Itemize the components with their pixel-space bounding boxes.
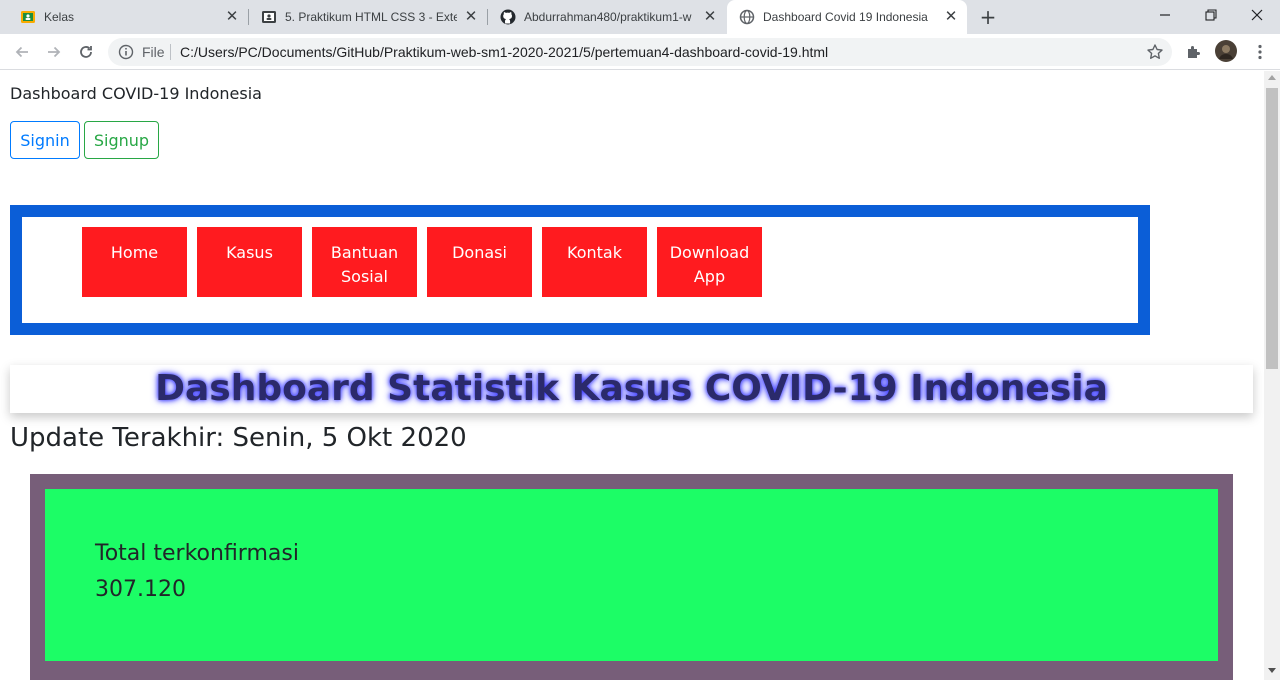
last-update-text: Update Terakhir: Senin, 5 Okt 2020: [10, 423, 467, 453]
stat-label: Total terkonfirmasi: [95, 541, 299, 566]
tab-title: Dashboard Covid 19 Indonesia: [763, 10, 928, 24]
page-title: Dashboard Statistik Kasus COVID-19 Indon…: [155, 368, 1108, 409]
tab-dashboard[interactable]: Dashboard Covid 19 Indonesia ✕: [727, 0, 967, 34]
url-text[interactable]: C:/Users/PC/Documents/GitHub/Praktikum-w…: [180, 44, 828, 60]
page-viewport: Dashboard COVID-19 Indonesia Signin Sign…: [0, 71, 1264, 680]
stat-card: Total terkonfirmasi 307.120: [45, 489, 1218, 661]
nav-item-download-app[interactable]: Download App: [657, 227, 762, 297]
tab-close-icon[interactable]: ✕: [943, 9, 959, 25]
minimize-icon[interactable]: [1142, 0, 1188, 30]
tab-close-icon[interactable]: ✕: [702, 9, 718, 25]
scroll-up-arrow-icon[interactable]: [1268, 75, 1276, 80]
tab-title: Abdurrahman480/praktikum1-w: [524, 10, 692, 24]
scheme-label: File: [142, 44, 165, 60]
headline-banner: Dashboard Statistik Kasus COVID-19 Indon…: [10, 365, 1253, 413]
nav-item-bantuan-sosial[interactable]: Bantuan Sosial: [312, 227, 417, 297]
tab-close-icon[interactable]: ✕: [224, 9, 240, 25]
nav-item-home[interactable]: Home: [82, 227, 187, 297]
signup-button[interactable]: Signup: [84, 121, 159, 159]
address-divider: [170, 44, 171, 60]
address-bar[interactable]: File C:/Users/PC/Documents/GitHub/Prakti…: [108, 38, 1172, 66]
classroom-assignment-icon: [261, 9, 277, 25]
profile-avatar[interactable]: [1215, 40, 1237, 62]
tab-kelas[interactable]: Kelas ✕: [8, 0, 248, 34]
globe-icon: [739, 9, 755, 25]
more-menu-icon[interactable]: [1250, 42, 1270, 62]
forward-arrow-icon[interactable]: [40, 38, 68, 66]
classroom-icon: [20, 9, 36, 25]
stat-card-frame: Total terkonfirmasi 307.120: [30, 474, 1233, 680]
tab-strip: Kelas ✕ 5. Praktikum HTML CSS 3 - Extern…: [0, 0, 1280, 34]
nav-menu: Home Kasus Bantuan Sosial Donasi Kontak …: [82, 227, 772, 297]
tab-praktikum[interactable]: 5. Praktikum HTML CSS 3 - Extern ✕: [249, 0, 487, 34]
nav-item-kasus[interactable]: Kasus: [197, 227, 302, 297]
nav-item-donasi[interactable]: Donasi: [427, 227, 532, 297]
vertical-scrollbar[interactable]: [1264, 71, 1280, 680]
info-icon[interactable]: [118, 44, 134, 60]
bookmark-star-icon[interactable]: [1146, 43, 1164, 61]
close-window-icon[interactable]: [1234, 0, 1280, 30]
back-arrow-icon[interactable]: [8, 38, 36, 66]
signin-button[interactable]: Signin: [10, 121, 80, 159]
new-tab-icon[interactable]: +: [976, 5, 1000, 29]
extensions-puzzle-icon[interactable]: [1184, 42, 1204, 62]
tab-title: Kelas: [44, 10, 75, 24]
main-nav: Home Kasus Bantuan Sosial Donasi Kontak …: [10, 205, 1150, 335]
tab-close-icon[interactable]: ✕: [463, 9, 479, 25]
tab-title: 5. Praktikum HTML CSS 3 - Extern: [285, 10, 457, 24]
nav-item-kontak[interactable]: Kontak: [542, 227, 647, 297]
browser-toolbar: File C:/Users/PC/Documents/GitHub/Prakti…: [0, 34, 1280, 70]
reload-icon[interactable]: [72, 38, 100, 66]
restore-icon[interactable]: [1188, 0, 1234, 30]
github-icon: [500, 9, 516, 25]
scrollbar-thumb[interactable]: [1266, 88, 1278, 369]
scroll-down-arrow-icon[interactable]: [1268, 668, 1276, 673]
site-title: Dashboard COVID-19 Indonesia: [10, 84, 262, 103]
stat-value: 307.120: [95, 577, 186, 602]
tab-github[interactable]: Abdurrahman480/praktikum1-w ✕: [488, 0, 726, 34]
